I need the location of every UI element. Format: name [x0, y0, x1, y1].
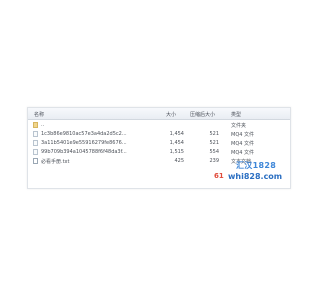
file-row[interactable]: 3a11b5401e9e55916279fe8676... 1,454 521 …	[28, 138, 290, 147]
file-icon	[33, 130, 38, 137]
file-icon	[33, 139, 38, 146]
file-size: 1,454	[169, 140, 184, 146]
file-name: ..	[41, 122, 45, 128]
folder-icon	[33, 121, 38, 128]
file-size: 425	[174, 158, 184, 164]
file-type: MQ4 文件	[231, 132, 255, 138]
file-compressed-size: 554	[209, 149, 219, 155]
file-row[interactable]: 99b709b394a1045788f6f48da3f... 1,515 554…	[28, 147, 290, 156]
file-row[interactable]: 1c3b86e9810ac57e3a4da2d5c2... 1,454 521 …	[28, 129, 290, 138]
file-row-parent-folder[interactable]: .. 文件夹	[28, 120, 290, 129]
file-size: 1,454	[169, 131, 184, 137]
file-compressed-size: 521	[209, 140, 219, 146]
file-icon	[33, 148, 38, 155]
column-type-header[interactable]: 类型	[231, 111, 241, 118]
file-type: 文本文档	[231, 159, 252, 165]
file-type: 文件夹	[231, 123, 247, 129]
column-compressed-size-header[interactable]: 压缩后大小	[190, 111, 215, 118]
file-size: 1,515	[169, 149, 184, 155]
file-type: MQ4 文件	[231, 141, 255, 147]
file-row[interactable]: 必看手册.txt 425 239 文本文档	[28, 156, 290, 165]
column-name-header[interactable]: 名称	[34, 111, 44, 118]
file-compressed-size: 521	[209, 131, 219, 137]
archive-file-list: 名称 大小 压缩后大小 类型 .. 文件夹 1c3b86e9810ac57e3a…	[27, 107, 291, 189]
text-file-icon	[33, 157, 38, 164]
column-header: 名称 大小 压缩后大小 类型	[28, 108, 290, 120]
file-compressed-size: 239	[209, 158, 219, 164]
column-size-header[interactable]: 大小	[166, 111, 176, 118]
file-name: 3a11b5401e9e55916279fe8676...	[41, 140, 127, 146]
file-name: 必看手册.txt	[41, 159, 70, 165]
file-type: MQ4 文件	[231, 150, 255, 156]
file-name: 99b709b394a1045788f6f48da3f...	[41, 149, 127, 155]
file-name: 1c3b86e9810ac57e3a4da2d5c2...	[41, 131, 127, 137]
